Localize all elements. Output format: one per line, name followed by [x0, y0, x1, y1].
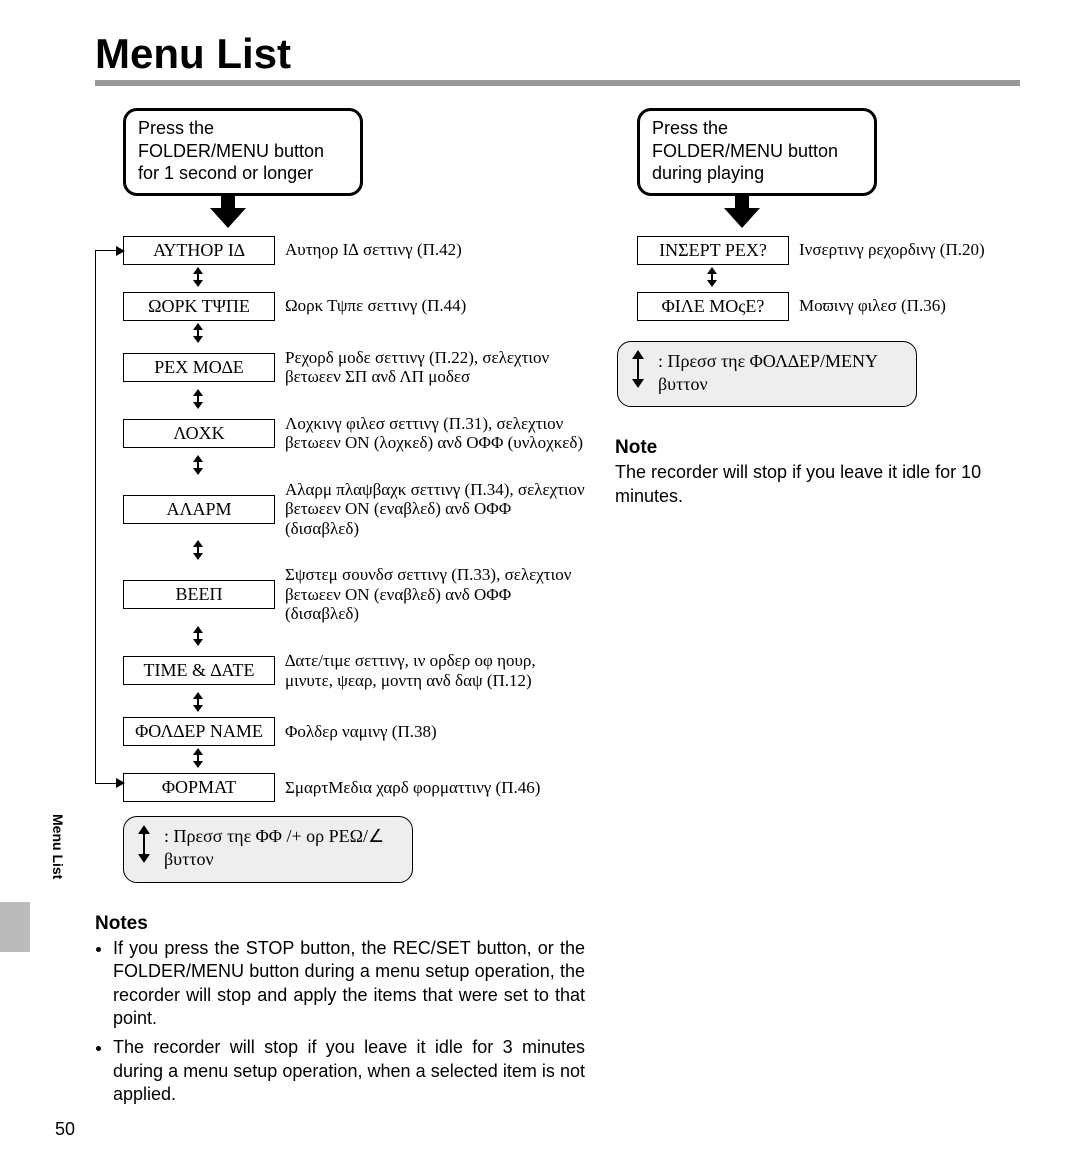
left-hint-box: : Πρεσσ τηε ΦΦ /+ ορ ΡΕΩ/∠ βυττον [123, 816, 413, 883]
menu-row: ΩΟΡΚ ΤΨΠΕ Ωορκ Τψπε σεττινγ (Π.44) [123, 292, 585, 321]
menu-row: ΤΙΜΕ & ∆ΑΤΕ ∆ατε/τιμε σεττινγ, ιν ορδερ … [123, 651, 585, 690]
right-hint-box: : Πρεσσ τηε ΦΟΛ∆ΕΡ/ΜΕΝΥ βυττον [617, 341, 917, 408]
menu-desc: ∆ατε/τιμε σεττινγ, ιν ορδερ οφ ηουρ, μιν… [275, 651, 585, 690]
arrow-down-icon [724, 208, 760, 228]
menu-item-format: ΦΟΡΜΑΤ [123, 773, 275, 802]
note-heading: Note [615, 437, 1020, 459]
menu-item-alarm: ΑΛΑΡΜ [123, 495, 275, 524]
menu-desc: Φολδερ ναμινγ (Π.38) [275, 722, 437, 742]
title-rule [95, 80, 1020, 86]
menu-item-author-id: ΑΥΤΗΟΡ Ι∆ [123, 236, 275, 265]
arrow-down-icon [210, 208, 246, 228]
updown-icon [192, 748, 204, 768]
menu-item-rec-mode: ΡΕΧ ΜΟ∆Ε [123, 353, 275, 382]
menu-row: ΡΕΧ ΜΟ∆Ε Ρεχορδ μοδε σεττινγ (Π.22), σελ… [123, 348, 585, 387]
side-tab-bar [0, 902, 30, 952]
updown-icon [706, 267, 718, 287]
menu-item-beep: ΒΕΕΠ [123, 580, 275, 609]
page-title: Menu List [95, 30, 1020, 78]
updown-icon [192, 323, 204, 343]
menu-row: ΦΙΛΕ ΜΟςΕ? Μοϖινγ φιλεσ (Π.36) [637, 292, 1020, 321]
menu-item-lock: ΛΟΧΚ [123, 419, 275, 448]
menu-item-file-move: ΦΙΛΕ ΜΟςΕ? [637, 292, 789, 321]
menu-desc: Αυτηορ Ι∆ σεττινγ (Π.42) [275, 240, 462, 260]
updown-icon [192, 626, 204, 646]
updown-icon [192, 692, 204, 712]
right-instruction-box: Press the FOLDER/MENU button during play… [637, 108, 877, 196]
menu-desc: Λοχκινγ φιλεσ σεττινγ (Π.31), σελεχτιον … [275, 414, 585, 453]
menu-item-folder-name: ΦΟΛ∆ΕΡ ΝΑΜΕ [123, 717, 275, 746]
hint-text: : Πρεσσ τηε ΦΟΛ∆ΕΡ/ΜΕΝΥ βυττον [658, 350, 902, 397]
page-number: 50 [55, 1119, 75, 1140]
notes-heading: Notes [95, 913, 585, 935]
menu-row: ΛΟΧΚ Λοχκινγ φιλεσ σεττινγ (Π.31), σελεχ… [123, 414, 585, 453]
updown-icon [192, 455, 204, 475]
menu-desc: Ρεχορδ μοδε σεττινγ (Π.22), σελεχτιον βε… [275, 348, 585, 387]
notes-list: If you press the STOP button, the REC/SE… [95, 937, 585, 1107]
menu-desc: Αλαρμ πλαψβαχκ σεττινγ (Π.34), σελεχτιον… [275, 480, 585, 539]
menu-item-work-type: ΩΟΡΚ ΤΨΠΕ [123, 292, 275, 321]
note-text: The recorder will stop if you leave it i… [615, 461, 1020, 508]
menu-row: ΦΟΡΜΑΤ ΣμαρτΜεδια χαρδ φορματτινγ (Π.46) [123, 773, 585, 802]
menu-item-insert-rec: ΙΝΣΕΡΤ ΡΕΧ? [637, 236, 789, 265]
menu-item-time-date: ΤΙΜΕ & ∆ΑΤΕ [123, 656, 275, 685]
note-item: If you press the STOP button, the REC/SE… [113, 937, 585, 1031]
side-tab-label: Menu List [50, 814, 66, 879]
menu-row: ΑΛΑΡΜ Αλαρμ πλαψβαχκ σεττινγ (Π.34), σελ… [123, 480, 585, 539]
hint-text: : Πρεσσ τηε ΦΦ /+ ορ ΡΕΩ/∠ βυττον [164, 825, 398, 872]
updown-icon [192, 267, 204, 287]
updown-icon [192, 540, 204, 560]
menu-desc: ΣμαρτΜεδια χαρδ φορματτινγ (Π.46) [275, 778, 540, 798]
updown-icon [138, 825, 152, 863]
left-instruction-box: Press the FOLDER/MENU button for 1 secon… [123, 108, 363, 196]
loop-connector [95, 250, 124, 784]
updown-icon [192, 389, 204, 409]
menu-desc: Ωορκ Τψπε σεττινγ (Π.44) [275, 296, 466, 316]
menu-desc: Ινσερτινγ ρεχορδινγ (Π.20) [789, 240, 985, 260]
menu-row: ΙΝΣΕΡΤ ΡΕΧ? Ινσερτινγ ρεχορδινγ (Π.20) [637, 236, 1020, 265]
menu-row: ΑΥΤΗΟΡ Ι∆ Αυτηορ Ι∆ σεττινγ (Π.42) [123, 236, 585, 265]
menu-desc: Μοϖινγ φιλεσ (Π.36) [789, 296, 946, 316]
menu-row: ΒΕΕΠ Σψστεμ σουνδσ σεττινγ (Π.33), σελεχ… [123, 565, 585, 624]
menu-desc: Σψστεμ σουνδσ σεττινγ (Π.33), σελεχτιον … [275, 565, 585, 624]
menu-row: ΦΟΛ∆ΕΡ ΝΑΜΕ Φολδερ ναμινγ (Π.38) [123, 717, 585, 746]
updown-icon [632, 350, 646, 388]
note-item: The recorder will stop if you leave it i… [113, 1036, 585, 1106]
